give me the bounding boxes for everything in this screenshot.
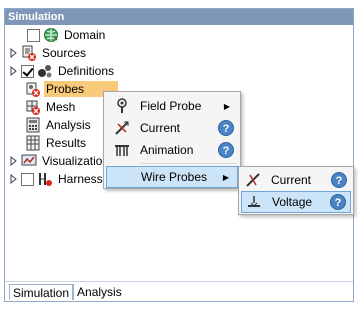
tree-label-domain: Domain <box>64 28 106 42</box>
wire-probes-submenu: Current ? Voltage ? <box>238 166 354 215</box>
help-icon[interactable]: ? <box>218 142 234 158</box>
field-probe-icon <box>110 98 134 114</box>
tree-item-analysis[interactable]: Analysis <box>25 116 93 134</box>
animation-icon <box>110 142 134 158</box>
harness-checkbox[interactable] <box>21 172 34 186</box>
menu-item-field-probe[interactable]: Field Probe ▶ <box>106 95 238 117</box>
tree-label-definitions: Definitions <box>58 64 115 78</box>
menu-item-current[interactable]: Current ? <box>106 117 238 139</box>
expand-arrow-icon[interactable] <box>9 155 19 167</box>
panel-title: Simulation <box>5 9 353 25</box>
tab-simulation[interactable]: Simulation <box>9 283 74 300</box>
submenu-voltage-label: Voltage <box>272 195 313 209</box>
help-icon[interactable]: ? <box>218 120 234 136</box>
tree-label-analysis: Analysis <box>46 118 91 132</box>
voltage-icon <box>242 194 266 210</box>
expand-arrow-icon[interactable] <box>9 47 19 59</box>
tree-item-domain[interactable]: Domain <box>15 26 107 44</box>
expand-arrow-icon[interactable] <box>9 173 19 185</box>
tree-label-harness: Harness <box>58 172 103 186</box>
probes-icon <box>25 81 41 97</box>
probes-context-menu: Field Probe ▶ Current ? Animation ? Wire… <box>103 91 241 189</box>
tree-item-sources[interactable]: Sources <box>9 44 88 62</box>
submenu-arrow-icon: ▶ <box>223 101 230 111</box>
tree-item-visualization[interactable]: Visualization <box>9 152 111 170</box>
tree-label-mesh: Mesh <box>46 100 76 114</box>
analysis-icon <box>25 117 41 133</box>
animation-label: Animation <box>140 143 194 157</box>
menu-separator <box>140 163 236 164</box>
tree-item-results[interactable]: Results <box>25 134 88 152</box>
wire-probes-label: Wire Probes <box>141 170 208 184</box>
wire-current-icon <box>241 172 265 188</box>
submenu-arrow-icon: ▶ <box>222 172 229 182</box>
current-probe-icon <box>110 120 134 136</box>
tree-label-sources: Sources <box>42 46 87 60</box>
submenu-item-current[interactable]: Current ? <box>241 169 351 191</box>
mesh-icon <box>25 99 41 115</box>
domain-checkbox[interactable] <box>27 28 40 42</box>
definitions-icon <box>37 63 53 79</box>
results-icon <box>25 135 41 151</box>
current-label: Current <box>140 121 181 135</box>
bottom-tabs: Simulation Analysis <box>5 281 353 301</box>
field-probe-label: Field Probe <box>140 99 202 113</box>
help-icon[interactable]: ? <box>331 172 347 188</box>
visualization-icon <box>21 153 37 169</box>
tree-label-results: Results <box>46 136 87 150</box>
menu-item-wire-probes[interactable]: Wire Probes ▶ <box>106 166 238 188</box>
tree-label-visualization: Visualization <box>42 154 110 168</box>
expand-arrow-icon[interactable] <box>9 65 19 77</box>
tree-item-mesh[interactable]: Mesh <box>25 98 77 116</box>
tree-item-definitions[interactable]: Definitions <box>9 62 116 80</box>
tree-item-harness[interactable]: Harness <box>9 170 105 188</box>
sources-icon <box>21 45 37 61</box>
menu-item-animation[interactable]: Animation ? <box>106 139 238 161</box>
submenu-item-voltage[interactable]: Voltage ? <box>241 191 351 213</box>
globe-icon <box>43 27 59 43</box>
definitions-checkbox[interactable] <box>21 64 34 78</box>
submenu-current-label: Current <box>271 173 312 187</box>
tab-analysis[interactable]: Analysis <box>73 283 125 300</box>
harness-icon <box>37 171 53 187</box>
help-icon[interactable]: ? <box>330 194 346 210</box>
